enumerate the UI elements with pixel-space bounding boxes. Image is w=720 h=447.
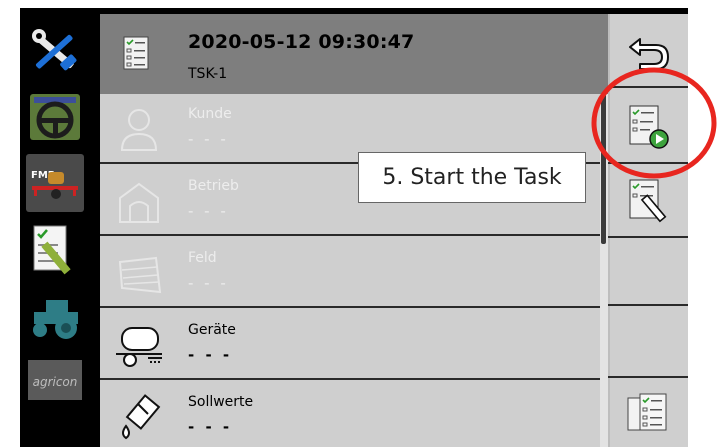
field-label: Sollwerte — [188, 394, 254, 410]
field-label: Geräte — [188, 322, 236, 338]
implement-tank-icon — [116, 327, 162, 367]
setpoint-drop-icon — [122, 394, 161, 440]
field-label: Betrieb — [188, 178, 239, 194]
field-row-sollwerte[interactable]: Sollwerte - - - — [100, 382, 600, 447]
task-detail-panel: 2020-05-12 09:30:47 TSK-1 Kunde - - - Be… — [100, 14, 608, 447]
softkey-separator — [608, 236, 688, 238]
task-controller-icon[interactable] — [26, 220, 84, 278]
field-value: - - - — [188, 418, 233, 436]
task-list-button[interactable] — [614, 380, 682, 446]
field-value: - - - — [188, 346, 233, 364]
app-sidebar: FMR agricon — [20, 8, 90, 447]
highlight-ring — [591, 67, 717, 179]
task-header: 2020-05-12 09:30:47 TSK-1 — [100, 14, 608, 94]
softkey-separator — [608, 304, 688, 306]
task-id-subtitle: TSK-1 — [188, 66, 228, 82]
field-parcel-icon — [118, 256, 162, 294]
steering-wheel-icon[interactable] — [26, 88, 84, 146]
farm-barn-icon — [119, 182, 159, 223]
settings-tools-icon[interactable] — [26, 22, 84, 80]
tutorial-callout: 5. Start the Task — [358, 152, 586, 203]
field-label: Feld — [188, 250, 217, 266]
customer-person-icon — [120, 109, 158, 151]
field-row-feld[interactable]: Feld - - - — [100, 238, 600, 308]
edit-task-icon — [629, 179, 667, 223]
sprayer-fmr-icon[interactable]: FMR — [26, 154, 84, 212]
task-timestamp-title: 2020-05-12 09:30:47 — [188, 31, 415, 53]
field-row-geraete[interactable]: Geräte - - - — [100, 310, 600, 380]
field-label: Kunde — [188, 106, 232, 122]
agricon-logo-icon[interactable]: agricon — [26, 352, 84, 410]
svg-text:agricon: agricon — [33, 375, 78, 389]
field-value: - - - — [188, 130, 229, 148]
tractor-icon[interactable] — [26, 286, 84, 344]
softkey-separator — [608, 376, 688, 378]
task-list-overview-icon — [627, 393, 667, 431]
field-value: - - - — [188, 202, 229, 220]
field-value: - - - — [188, 274, 229, 292]
task-list-icon — [123, 36, 149, 70]
